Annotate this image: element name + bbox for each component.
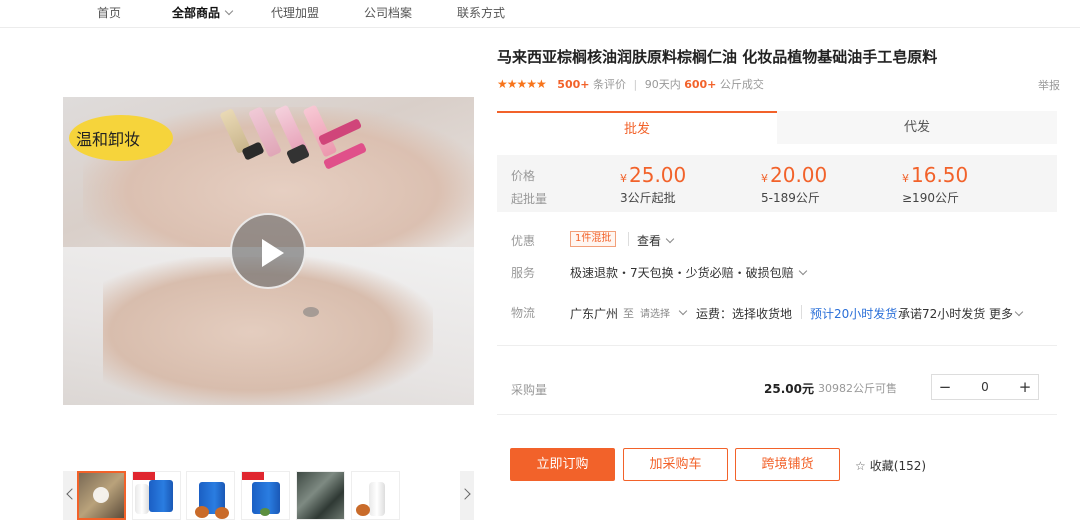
report-link[interactable]: 举报 — [1038, 77, 1060, 93]
thumbnail-item[interactable] — [77, 471, 126, 520]
chevron-right-icon — [459, 488, 471, 500]
ship-to-label: 至 — [623, 307, 634, 320]
service-label: 服务 — [511, 266, 536, 280]
bottle-image — [369, 482, 385, 516]
ship-estimate: 预计20小时发货 — [810, 307, 898, 321]
price-value: 25.00 — [629, 163, 687, 187]
destination-select[interactable]: 请选择 — [640, 305, 688, 320]
currency-symbol: ¥ — [620, 172, 627, 185]
rating-row: ★★★★★ 500+ 条评价 | 90天内 600+ 公斤成交 — [497, 76, 764, 92]
price-tier-2: ¥20.00 — [761, 163, 827, 187]
thumbnail-item[interactable] — [132, 471, 181, 520]
product-title: 马来西亚棕榈核油润肤原料棕榈仁油 化妆品植物基础油手工皂原料 — [497, 48, 938, 66]
ship-origin: 广东广州 — [570, 307, 619, 321]
nav-home[interactable]: 首页 — [97, 4, 121, 21]
ship-promise: 承诺72小时发货 — [898, 307, 986, 321]
top-nav: 首页 全部商品 代理加盟 公司档案 联系方式 — [0, 0, 1080, 28]
nav-contact[interactable]: 联系方式 — [457, 4, 505, 21]
thumbnail-item[interactable] — [186, 471, 235, 520]
chevron-down-icon — [678, 306, 688, 316]
buy-now-button[interactable]: 立即订购 — [510, 448, 615, 481]
currency-symbol: ¥ — [902, 172, 909, 185]
mixed-batch-badge: 1件混批 — [570, 231, 617, 247]
chevron-down-icon — [665, 234, 675, 244]
qty-tier-2: 5-189公斤 — [761, 191, 820, 205]
bottle-image — [135, 484, 149, 514]
review-count[interactable]: 500+ — [557, 78, 589, 91]
stock-available: 30982公斤可售 — [818, 382, 897, 395]
play-icon — [93, 487, 109, 503]
thumbnail-item[interactable] — [351, 471, 400, 520]
qty-tier-1: 3公斤起批 — [620, 191, 676, 205]
nav-company-profile[interactable]: 公司档案 — [364, 4, 412, 21]
promo-tag — [133, 472, 155, 480]
chevron-down-icon — [798, 266, 807, 276]
makeup-residue — [303, 307, 319, 317]
fruit-image — [356, 504, 370, 516]
purchase-label: 采购量 — [511, 383, 548, 397]
product-video[interactable]: 温和卸妆 — [63, 97, 474, 405]
fruit-image — [195, 506, 209, 518]
drum-image — [149, 480, 173, 512]
service-text: 极速退款・7天包换・少货必赔・破损包赔 — [570, 266, 794, 280]
cross-border-button[interactable]: 跨境铺货 — [735, 448, 840, 481]
nav-agency[interactable]: 代理加盟 — [271, 4, 319, 21]
sales-period: 90天内 — [644, 78, 681, 91]
promo-view-toggle[interactable]: 查看 — [637, 232, 675, 249]
currency-symbol: ¥ — [761, 172, 768, 185]
promo-view-label: 查看 — [637, 234, 662, 248]
factory-image — [297, 472, 344, 519]
separator: | — [633, 78, 638, 91]
thumbnail-item[interactable] — [296, 471, 345, 520]
chevron-down-icon — [224, 6, 234, 16]
play-icon[interactable] — [230, 213, 306, 289]
leaf-image — [260, 508, 270, 516]
thumbnail-next-button[interactable] — [459, 471, 474, 520]
speech-bubble-text: 温和卸妆 — [76, 130, 141, 149]
promo-label: 优惠 — [511, 234, 536, 248]
favorite-button[interactable]: ☆ 收藏(152) — [855, 457, 926, 474]
sales-count: 600+ — [684, 78, 717, 91]
freight-text: 运费：选择收货地 — [696, 307, 793, 321]
nav-all-products-label: 全部商品 — [172, 6, 221, 20]
destination-placeholder: 请选择 — [640, 309, 670, 320]
purchase-mode-tabs: 批发 代发 — [497, 111, 1057, 144]
tab-wholesale[interactable]: 批发 — [497, 111, 777, 144]
promo-tag — [242, 472, 264, 480]
thumbnail-item[interactable] — [241, 471, 290, 520]
divider — [497, 345, 1057, 346]
divider — [497, 414, 1057, 415]
sales-unit: 公斤成交 — [719, 78, 764, 91]
decrease-button[interactable]: − — [932, 375, 958, 399]
fruit-image — [215, 507, 229, 519]
service-toggle[interactable]: 极速退款・7天包换・少货必赔・破损包赔 — [570, 264, 807, 281]
favorite-label: 收藏(152) — [869, 459, 927, 473]
unit-price: 25.00元 — [764, 382, 814, 396]
price-value: 20.00 — [770, 163, 828, 187]
quantity-input[interactable]: 0 — [958, 375, 1012, 399]
add-to-cart-button[interactable]: 加采购车 — [623, 448, 728, 481]
tab-dropship[interactable]: 代发 — [777, 111, 1057, 144]
increase-button[interactable]: + — [1012, 375, 1038, 399]
logistics-label: 物流 — [511, 306, 536, 320]
price-label: 价格 — [511, 169, 536, 183]
separator — [801, 305, 802, 319]
logistics-more[interactable]: 更多 — [989, 305, 1024, 322]
thumbnail-prev-button[interactable] — [63, 471, 78, 520]
star-icon: ☆ — [855, 459, 866, 473]
quantity-stepper: − 0 + — [931, 374, 1039, 400]
price-panel: 价格 起批量 ¥25.00 3公斤起批 ¥20.00 5-189公斤 ¥16.5… — [497, 155, 1057, 212]
rating-stars-icon: ★★★★★ — [497, 77, 547, 91]
review-label: 条评价 — [592, 78, 626, 91]
logistics-more-label: 更多 — [989, 307, 1014, 321]
qty-tier-3: ≥190公斤 — [902, 191, 959, 205]
moq-label: 起批量 — [511, 192, 548, 206]
separator — [628, 232, 629, 246]
chevron-down-icon — [1014, 307, 1024, 317]
price-tier-1: ¥25.00 — [620, 163, 686, 187]
nav-all-products[interactable]: 全部商品 — [172, 4, 234, 21]
price-value: 16.50 — [911, 163, 969, 187]
price-tier-3: ¥16.50 — [902, 163, 968, 187]
chevron-left-icon — [66, 488, 78, 500]
